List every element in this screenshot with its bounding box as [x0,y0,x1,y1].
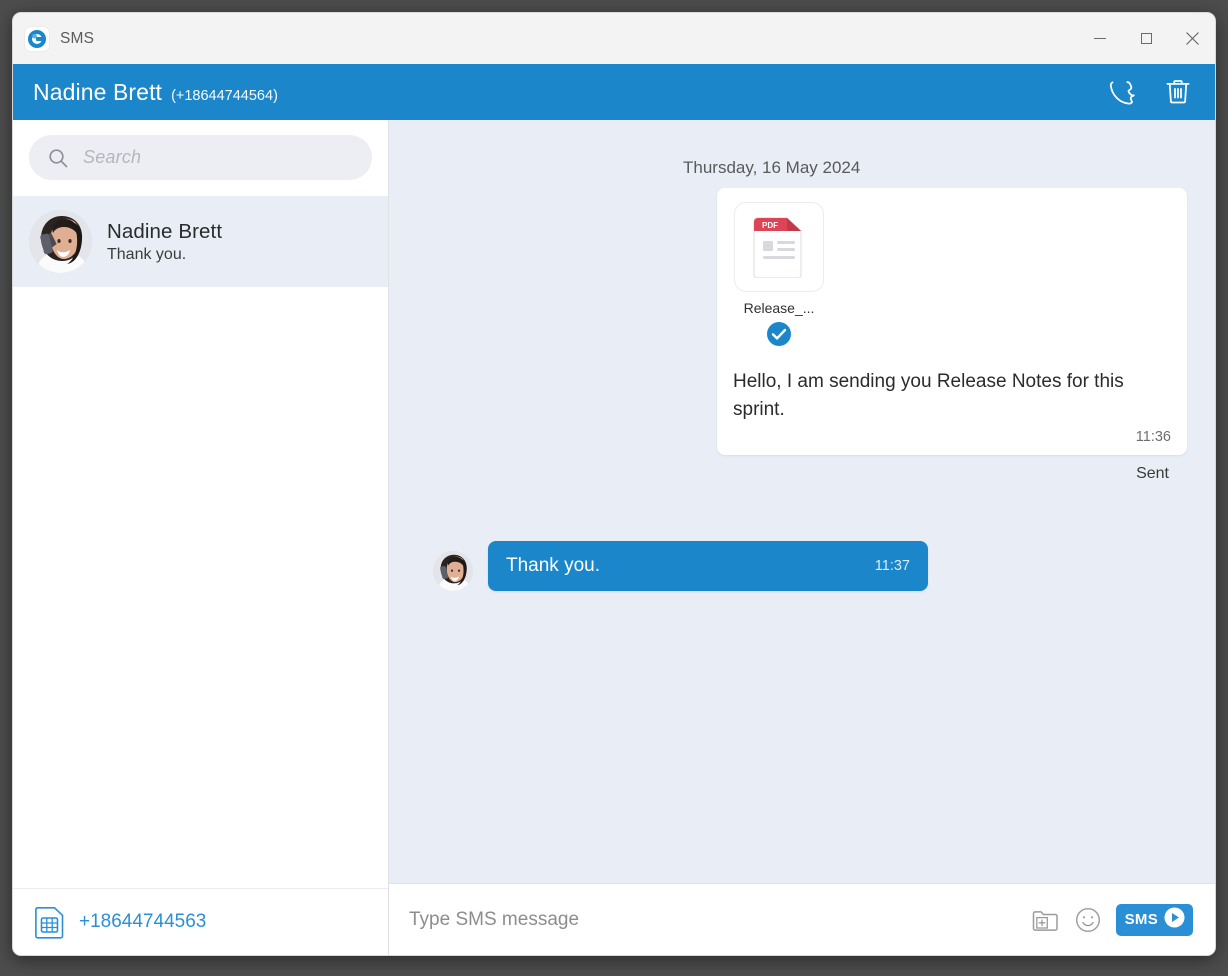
date-divider: Thursday, 16 May 2024 [683,158,861,177]
avatar [29,210,92,273]
close-button[interactable] [1169,13,1215,64]
sim-bar[interactable]: +18644744563 [13,888,388,955]
message-list: Thursday, 16 May 2024 PDF Release_... He… [389,120,1215,883]
conversation-contact-name: Nadine Brett [33,78,163,105]
g-logo-icon [25,26,49,51]
compose-bar: Type SMS message SMS [389,883,1215,955]
title-bar-left: SMS [13,26,1077,51]
send-button[interactable]: SMS [1115,903,1193,936]
incoming-message-row: Thank you. 11:37 [417,541,1187,592]
delete-conversation-button[interactable] [1155,69,1201,115]
maximize-icon [1140,33,1152,44]
contact-avatar [433,551,473,592]
avatar [433,551,473,592]
conversation-header-actions [1099,69,1201,115]
window-body: Search Nadine Brett Thank you. +18644744… [13,120,1215,955]
contact-preview: Thank you. [107,245,187,263]
app-title: SMS [60,29,95,47]
call-button[interactable] [1099,69,1145,115]
search-placeholder: Search [83,147,142,167]
message-text: Thank you. [506,555,600,577]
outgoing-message-row: PDF Release_... Hello, I am sending you … [417,188,1187,483]
message-input[interactable]: Type SMS message [401,909,1018,931]
emoji-button[interactable] [1073,905,1103,935]
conversation-header: Nadine Brett (+18644744564) [13,64,1215,120]
contact-avatar [29,210,92,273]
message-status: Sent [1136,465,1169,483]
send-button-label: SMS [1124,911,1158,928]
contact-list: Nadine Brett Thank you. [13,196,388,888]
compose-actions: SMS [1030,903,1193,936]
message-input-placeholder: Type SMS message [409,908,580,930]
check-circle-icon [766,321,792,352]
search-container: Search [13,120,388,196]
folder-plus-icon [1032,910,1058,931]
trash-icon [1166,80,1190,104]
conversation-contact-phone: (+18644744564) [171,87,278,104]
chat-panel: Thursday, 16 May 2024 PDF Release_... He… [389,120,1215,955]
search-input[interactable]: Search [29,135,372,180]
conversation-title: Nadine Brett (+18644744564) [33,79,1099,106]
minimize-icon [1094,38,1106,39]
window-controls [1077,13,1215,64]
list-item[interactable]: Nadine Brett Thank you. [13,196,388,287]
pdf-file-icon: PDF [734,202,824,292]
list-item-text: Nadine Brett Thank you. [107,220,222,264]
message-time: 11:36 [1135,429,1171,446]
title-bar: SMS [13,13,1215,64]
close-icon [1185,32,1199,45]
message-bubble-outgoing: PDF Release_... Hello, I am sending you … [717,188,1187,456]
attachment-filename: Release_... [743,300,815,316]
attachment-area: PDF Release_... [717,188,1187,358]
message-bubble-incoming: Thank you. 11:37 [488,541,928,592]
sidebar: Search Nadine Brett Thank you. +18644744… [13,120,389,955]
minimize-button[interactable] [1077,13,1123,64]
smiley-icon [1075,907,1100,932]
sms-application-window: SMS Nadine Brett (+18644744564) Search N… [12,12,1216,956]
maximize-button[interactable] [1123,13,1169,64]
search-icon [49,148,68,167]
sim-phone-number: +18644744563 [79,911,207,932]
attachment-tile[interactable]: PDF Release_... [733,202,825,352]
message-text: Hello, I am sending you Release Notes fo… [733,371,1124,420]
send-arrow-icon [1164,907,1185,933]
phone-icon [1109,81,1135,105]
message-time: 11:37 [874,558,910,575]
contact-name: Nadine Brett [107,219,223,243]
sim-card-icon [35,907,64,939]
attach-file-button[interactable] [1030,905,1060,935]
svg-text:PDF: PDF [762,221,778,230]
desktop-background: SMS Nadine Brett (+18644744564) Search N… [0,0,1228,976]
